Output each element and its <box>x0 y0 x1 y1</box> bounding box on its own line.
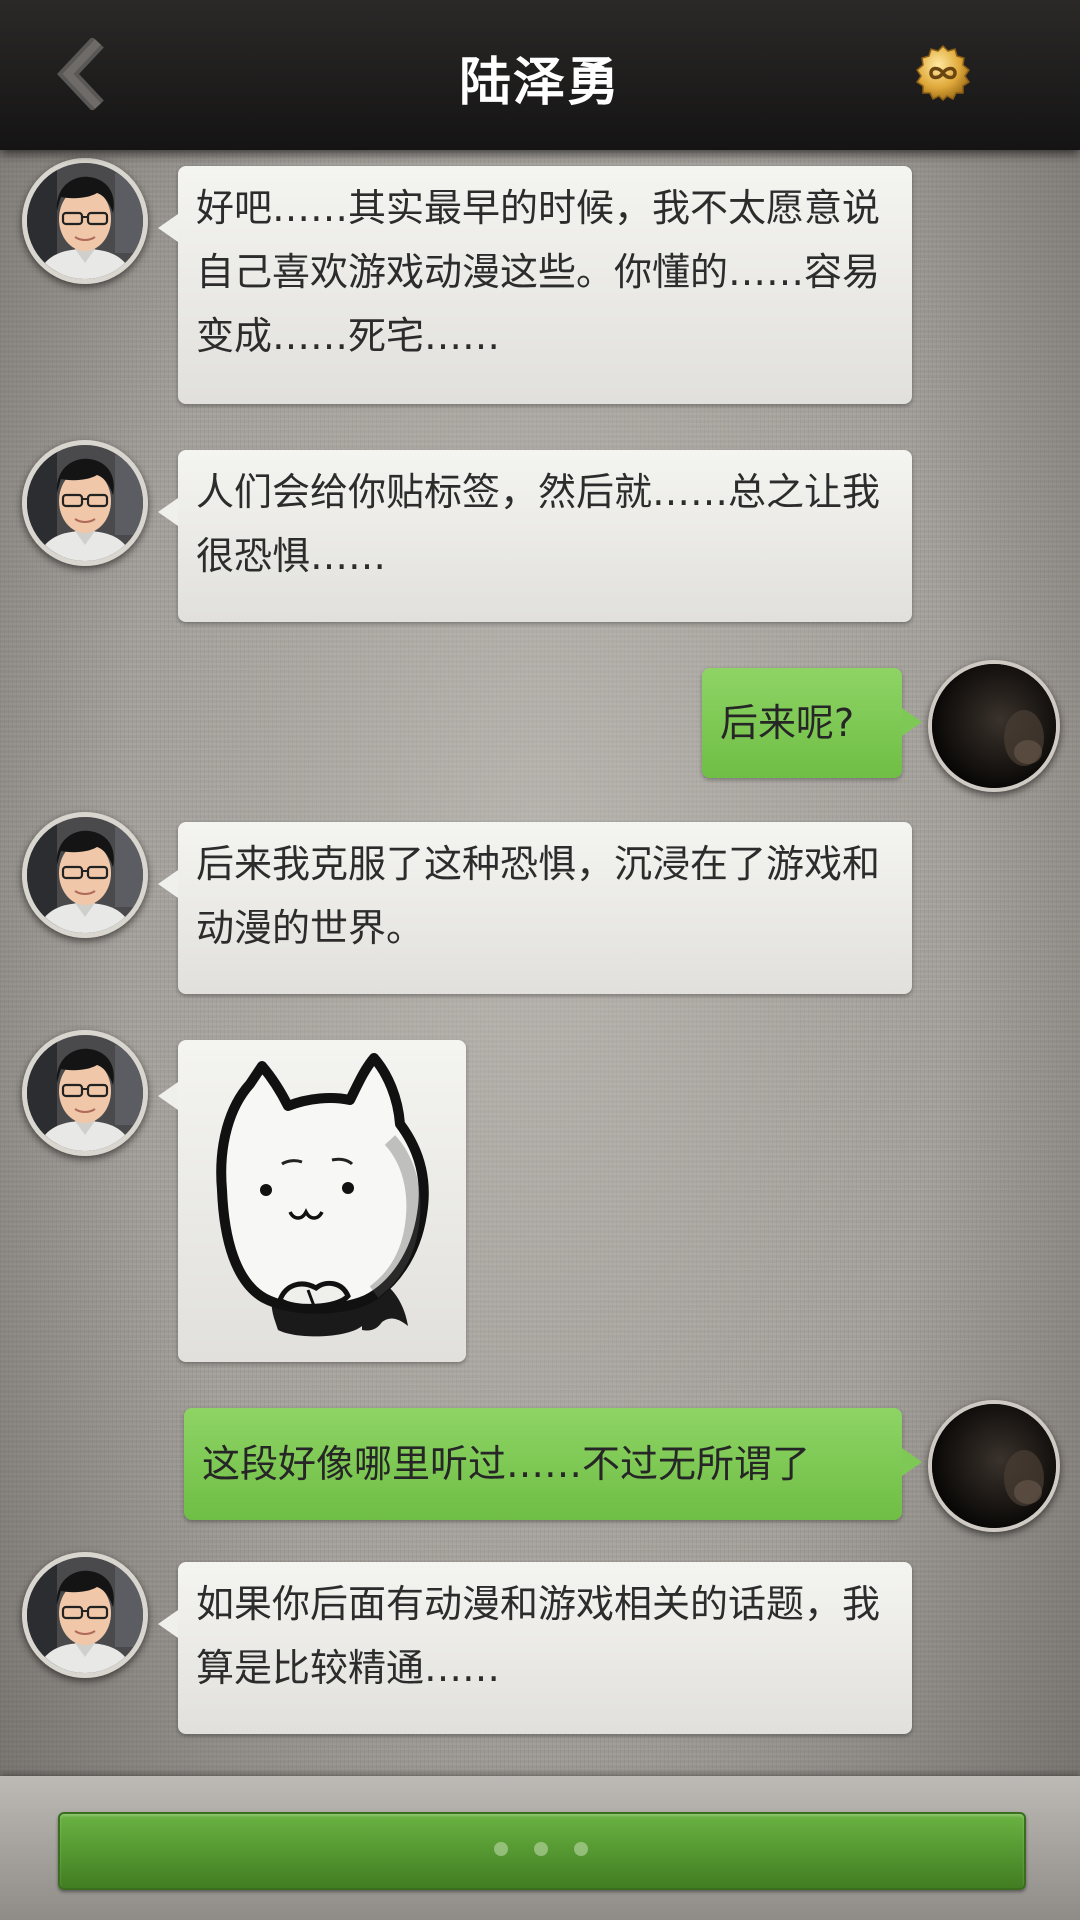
message-text: 后来我克服了这种恐惧，沉浸在了游戏和动漫的世界。 <box>196 842 881 950</box>
message-bubble: 后来我克服了这种恐惧，沉浸在了游戏和动漫的世界。 <box>158 822 912 994</box>
person-icon <box>27 445 143 561</box>
infinity-coin-icon <box>915 44 971 102</box>
message-text: 人们会给你贴标签，然后就……总之让我很恐惧…… <box>196 470 881 578</box>
bottom-bar <box>0 1776 1080 1920</box>
contact-avatar[interactable] <box>22 1030 148 1156</box>
message-text: 好吧……其实最早的时候，我不太愿意说自己喜欢游戏动漫这些。你懂的……容易变成……… <box>196 186 881 358</box>
message-bubble: 如果你后面有动漫和游戏相关的话题，我算是比较精通…… <box>158 1562 912 1734</box>
person-icon <box>27 163 143 279</box>
person-icon <box>27 1035 143 1151</box>
contact-avatar[interactable] <box>22 158 148 284</box>
person-icon <box>27 817 143 933</box>
sticker-bubble[interactable] <box>158 1040 466 1362</box>
contact-avatar[interactable] <box>22 440 148 566</box>
reply-button[interactable] <box>58 1812 1026 1890</box>
message-text: 如果你后面有动漫和游戏相关的话题，我算是比较精通…… <box>196 1582 881 1690</box>
self-avatar[interactable] <box>928 1400 1060 1532</box>
message-text: 后来呢? <box>720 701 855 745</box>
message-bubble-self: 这段好像哪里听过……不过无所谓了 <box>184 1408 922 1520</box>
self-avatar[interactable] <box>928 660 1060 792</box>
person-icon <box>932 664 1056 788</box>
person-icon <box>932 1404 1056 1528</box>
message-bubble-self: 后来呢? <box>702 668 922 778</box>
coin-button[interactable] <box>914 44 972 102</box>
message-text: 这段好像哪里听过……不过无所谓了 <box>202 1442 811 1486</box>
message-bubble: 好吧……其实最早的时候，我不太愿意说自己喜欢游戏动漫这些。你懂的……容易变成……… <box>158 166 912 404</box>
header-bar: 陆泽勇 <box>0 0 1080 150</box>
cat-sticker <box>216 1053 429 1337</box>
contact-avatar[interactable] <box>22 812 148 938</box>
message-bubble: 人们会给你贴标签，然后就……总之让我很恐惧…… <box>158 450 912 622</box>
person-icon <box>27 1557 143 1673</box>
contact-avatar[interactable] <box>22 1552 148 1678</box>
